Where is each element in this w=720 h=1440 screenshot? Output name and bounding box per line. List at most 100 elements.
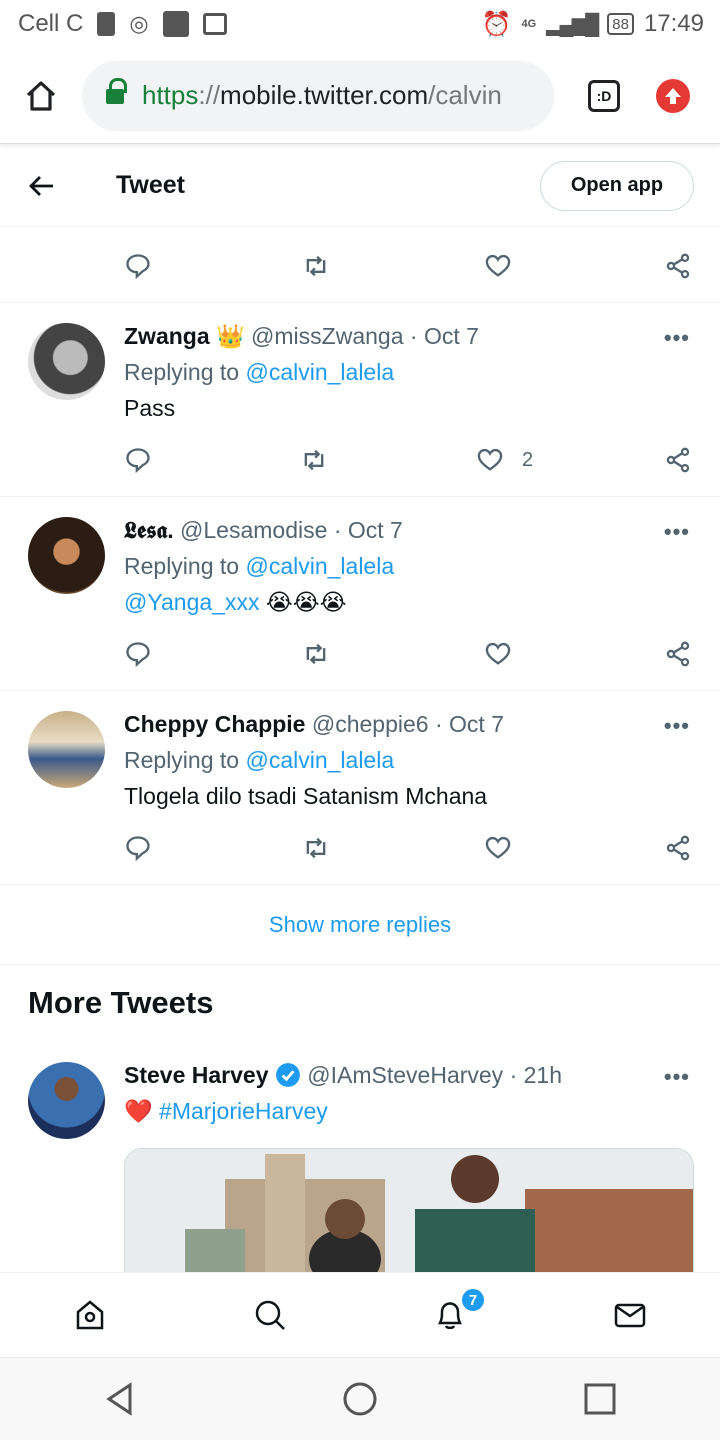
more-tweets-heading: More Tweets [28,985,214,1020]
address-bar[interactable]: https://mobile.twitter.com/calvin [82,60,554,131]
alarm-icon: ⏰ [481,10,512,38]
circle-home-icon [343,1382,377,1416]
system-home-button[interactable] [240,1358,480,1440]
mention-link[interactable]: @Yanga_xxx [124,589,259,615]
signal-icon: ▂▄▆█ [546,13,599,36]
nav-home[interactable] [0,1273,180,1357]
author-name[interactable]: 𝕷𝖊𝖘𝖆. [124,517,174,543]
triangle-back-icon [106,1382,132,1416]
square-recents-icon [584,1383,616,1415]
photo-image [125,1149,693,1277]
like-button[interactable] [484,640,512,668]
url-separator: :// [198,80,221,110]
reply-icon [126,642,150,668]
share-icon [666,253,690,279]
avatar[interactable] [28,711,105,788]
avatar[interactable] [28,323,105,400]
author-handle[interactable]: @cheppie6 [312,711,429,737]
more-options-button[interactable]: ••• [664,519,690,545]
tweet-header: 𝕷𝖊𝖘𝖆. @Lesamodise · Oct 7 [124,517,403,544]
author-handle[interactable]: @missZwanga [251,323,403,349]
tweet-page-header: Tweet Open app [0,145,720,227]
heart-icon [477,448,503,471]
author-name[interactable]: Steve Harvey [124,1062,269,1088]
update-button[interactable] [656,78,690,113]
system-navigation-bar [0,1357,720,1440]
home-icon [26,80,56,111]
retweet-button[interactable] [302,252,330,280]
share-button[interactable] [664,640,692,668]
reply-icon [126,448,150,474]
author-handle[interactable]: @Lesamodise [180,517,327,543]
nav-messages[interactable] [540,1273,720,1357]
meta-separator: · [409,323,418,349]
url-host: mobile.twitter.com [220,80,429,110]
author-name[interactable]: Zwanga [124,323,210,349]
share-icon [666,641,690,667]
tweet-time[interactable]: 21h [524,1062,562,1088]
replying-to-label: Replying to [124,747,240,773]
crying-emojis: 😭😭😭 [265,589,347,615]
like-button[interactable] [484,252,512,280]
system-back-button[interactable] [0,1358,240,1440]
replying-to-link[interactable]: @calvin_lalela [245,553,394,579]
replying-to-link[interactable]: @calvin_lalela [245,747,394,773]
like-button[interactable]: 2 [476,446,533,474]
tweet-media-image[interactable] [124,1148,694,1278]
replying-to: Replying to @calvin_lalela [124,553,394,580]
system-recents-button[interactable] [480,1358,720,1440]
show-more-replies-button[interactable]: Show more replies [0,886,720,964]
hotspot-icon: ◎ [129,11,149,36]
heart-emoji: ❤️ [124,1098,153,1124]
author-handle[interactable]: @IAmSteveHarvey [307,1062,503,1088]
reply-button[interactable] [124,252,152,280]
network-type: 4G [521,18,537,30]
nav-notifications[interactable]: 7 [360,1273,540,1357]
tweet-date[interactable]: Oct 7 [424,323,479,349]
clock: 17:49 [643,10,704,37]
reply-button[interactable] [124,446,152,474]
tab-switcher-button[interactable]: :D [588,79,620,112]
heart-icon [485,254,511,277]
author-name[interactable]: Cheppy Chappie [124,711,305,737]
tweet-date[interactable]: Oct 7 [449,711,504,737]
heart-icon [485,836,511,859]
back-arrow-icon [29,175,53,196]
nav-explore[interactable] [180,1273,360,1357]
more-options-button[interactable]: ••• [664,1064,690,1090]
tweet-actions [124,828,704,868]
retweet-icon [306,837,326,859]
carrier-label: Cell C [18,10,84,37]
back-button[interactable] [0,175,84,197]
hashtag-link[interactable]: #MarjorieHarvey [159,1098,328,1124]
retweet-icon [304,449,324,471]
retweet-button[interactable] [300,446,328,474]
lock-icon [106,77,127,106]
open-app-button[interactable]: Open app [540,160,694,211]
replying-to-link[interactable]: @calvin_lalela [245,359,394,385]
tweet-header: Zwanga 👑 @missZwanga · Oct 7 [124,323,479,350]
reply-button[interactable] [124,640,152,668]
retweet-button[interactable] [302,834,330,862]
divider [0,964,720,965]
reply-button[interactable] [124,834,152,862]
share-button[interactable] [664,834,692,862]
browser-toolbar: https://mobile.twitter.com/calvin :D [0,48,720,144]
replying-to-label: Replying to [124,553,240,579]
tweet-header: Steve Harvey @IAmSteveHarvey · 21h [124,1062,562,1089]
home-icon [76,1300,104,1330]
like-button[interactable] [484,834,512,862]
retweet-button[interactable] [302,640,330,668]
more-options-button[interactable]: ••• [664,713,690,739]
replying-to: Replying to @calvin_lalela [124,747,394,774]
share-button[interactable] [664,252,692,280]
crown-emoji: 👑 [216,323,245,349]
avatar[interactable] [28,1062,105,1139]
tweet-date[interactable]: Oct 7 [348,517,403,543]
image-notification-icon [202,13,227,35]
avatar[interactable] [28,517,105,594]
share-button[interactable] [664,446,692,474]
browser-home-button[interactable] [0,79,82,113]
share-icon [666,835,690,861]
more-options-button[interactable]: ••• [664,325,690,351]
